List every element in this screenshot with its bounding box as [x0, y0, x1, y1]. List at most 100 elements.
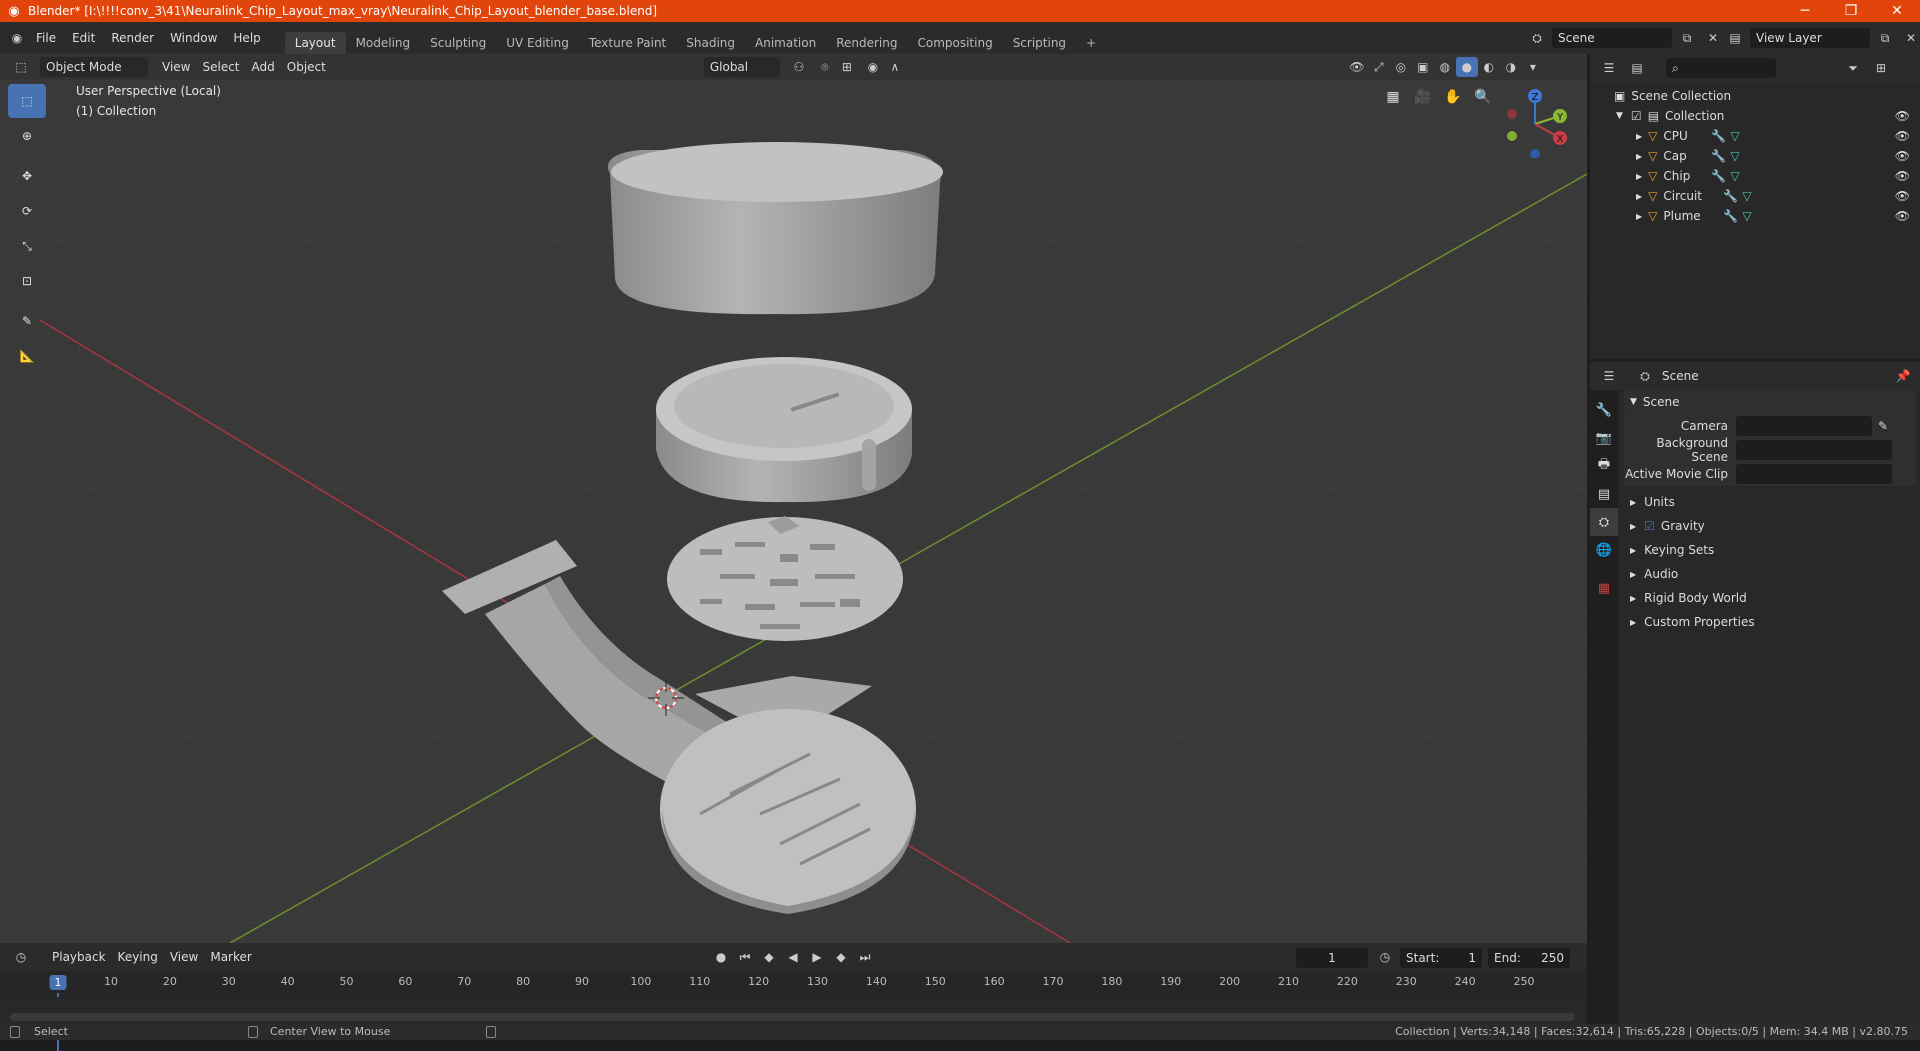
menu-select[interactable]: Select — [196, 57, 245, 77]
gizmo-icon[interactable]: ⤢ — [1368, 57, 1390, 77]
pin-icon[interactable]: 📌 — [1892, 366, 1914, 386]
filter-icon[interactable]: ⏷ — [1842, 58, 1864, 78]
cap-object[interactable] — [608, 142, 943, 315]
timeline-scrollbar[interactable] — [10, 1013, 1575, 1021]
tab-rendering[interactable]: Rendering — [826, 32, 907, 54]
menu-edit[interactable]: Edit — [64, 27, 103, 49]
menu-file[interactable]: File — [28, 27, 64, 49]
outliner-row-cpu[interactable]: ▶ ▽ CPU 🔧 ▽ 👁 — [1590, 126, 1920, 146]
end-frame-field[interactable]: End: 250 — [1488, 948, 1570, 968]
next-keyframe-icon[interactable]: ◆ — [830, 947, 852, 967]
audio-panel-header[interactable]: ▶ Audio — [1624, 562, 1916, 586]
mesh-data-icon[interactable]: ▽ — [1730, 129, 1739, 143]
scene-icon[interactable]: ⛭ — [1526, 28, 1548, 48]
visibility-eye-icon[interactable]: 👁 — [1895, 149, 1910, 163]
blender-menu-icon[interactable]: ◉ — [6, 28, 28, 48]
active-movie-clip-field[interactable] — [1736, 464, 1892, 484]
expand-arrow-icon[interactable]: ▼ — [1616, 111, 1623, 121]
toggle-perspective-icon[interactable]: ▦ — [1380, 84, 1406, 110]
tab-compositing[interactable]: Compositing — [907, 32, 1002, 54]
view-layer-tab-icon[interactable]: ▤ — [1590, 480, 1618, 508]
mesh-data-icon[interactable]: ▽ — [1730, 169, 1739, 183]
minimize-button[interactable]: ─ — [1782, 0, 1828, 22]
new-view-layer-icon[interactable]: ⧉ — [1874, 28, 1896, 48]
move-tool-icon[interactable]: ✥ — [8, 159, 46, 193]
outliner-row-scene-collection[interactable]: ▣ Scene Collection — [1590, 86, 1920, 106]
outliner-editor-type-icon[interactable]: ☰ — [1598, 58, 1620, 78]
modifier-wrench-icon[interactable]: 🔧 — [1723, 209, 1738, 223]
visibility-eye-icon[interactable]: 👁 — [1895, 209, 1910, 223]
play-icon[interactable]: ▶ — [806, 947, 828, 967]
expand-arrow-icon[interactable]: ▶ — [1636, 132, 1642, 141]
menu-help[interactable]: Help — [225, 27, 268, 49]
mesh-data-icon[interactable]: ▽ — [1730, 149, 1739, 163]
frame-ruler[interactable]: 1 10 20 30 40 50 60 70 80 90 100 110 120 130 140 150 160… — [0, 971, 1587, 1051]
visibility-eye-icon[interactable]: 👁 — [1895, 109, 1910, 123]
outliner-search-input[interactable]: ⌕ — [1666, 58, 1776, 78]
menu-render[interactable]: Render — [103, 27, 162, 49]
pan-view-icon[interactable]: ✋ — [1440, 84, 1466, 110]
wireframe-shading-icon[interactable]: ◍ — [1434, 57, 1456, 77]
rigid-body-world-panel-header[interactable]: ▶ Rigid Body World — [1624, 586, 1916, 610]
modifier-wrench-icon[interactable]: 🔧 — [1723, 189, 1738, 203]
checkbox-icon[interactable]: ☑ — [1631, 109, 1642, 123]
world-tab-icon[interactable]: 🌐 — [1590, 536, 1618, 564]
mesh-data-icon[interactable]: ▽ — [1742, 189, 1751, 203]
timeline-editor-type-icon[interactable]: ◷ — [10, 947, 32, 967]
gravity-checkbox[interactable]: ☑ — [1644, 519, 1655, 533]
menu-timeline-view[interactable]: View — [164, 947, 204, 967]
modifier-wrench-icon[interactable]: 🔧 — [1711, 129, 1726, 143]
display-mode-icon[interactable]: ▤ — [1626, 58, 1648, 78]
zoom-view-icon[interactable]: 🔍 — [1470, 84, 1496, 110]
preview-range-clock-icon[interactable]: ◷ — [1374, 947, 1396, 967]
eyedropper-icon[interactable]: ✎ — [1878, 419, 1888, 433]
cursor-tool-icon[interactable]: ⊕ — [8, 119, 46, 153]
scene-tab-icon[interactable]: ⛭ — [1590, 508, 1618, 536]
view-layer-icon[interactable]: ▤ — [1724, 28, 1746, 48]
gizmo-neg-x[interactable] — [1507, 109, 1517, 119]
current-frame-field[interactable]: 1 — [1296, 948, 1368, 968]
menu-add[interactable]: Add — [246, 57, 281, 77]
record-icon[interactable]: ● — [710, 947, 732, 967]
tab-texture-paint[interactable]: Texture Paint — [579, 32, 676, 54]
expand-arrow-icon[interactable]: ▶ — [1636, 172, 1642, 181]
outliner-row-collection[interactable]: ▼ ☑ ▤ Collection 👁 — [1590, 106, 1920, 126]
output-tab-icon[interactable]: 🖶 — [1590, 452, 1618, 480]
tab-modeling[interactable]: Modeling — [346, 32, 421, 54]
expand-arrow-icon[interactable]: ▶ — [1636, 212, 1642, 221]
keying-sets-panel-header[interactable]: ▶ Keying Sets — [1624, 538, 1916, 562]
mode-selector[interactable]: Object Mode — [40, 57, 148, 77]
tab-shading[interactable]: Shading — [676, 32, 745, 54]
menu-object[interactable]: Object — [281, 57, 332, 77]
proportional-falloff-icon[interactable]: ∧ — [884, 57, 906, 77]
visibility-eye-icon[interactable]: 👁 — [1895, 169, 1910, 183]
gizmo-neg-y[interactable] — [1507, 131, 1517, 141]
mesh-data-icon[interactable]: ▽ — [1742, 209, 1751, 223]
editor-type-icon[interactable]: ⬚ — [10, 57, 32, 77]
menu-marker[interactable]: Marker — [204, 947, 257, 967]
tab-scripting[interactable]: Scripting — [1003, 32, 1076, 54]
gravity-panel-header[interactable]: ▶ ☑ Gravity — [1624, 514, 1916, 538]
start-frame-field[interactable]: Start: 1 — [1400, 948, 1482, 968]
add-workspace-button[interactable]: + — [1076, 32, 1106, 54]
rendered-shading-icon[interactable]: ◑ — [1500, 57, 1522, 77]
tab-sculpting[interactable]: Sculpting — [420, 32, 496, 54]
modifier-wrench-icon[interactable]: 🔧 — [1711, 149, 1726, 163]
menu-playback[interactable]: Playback — [46, 947, 112, 967]
modifier-wrench-icon[interactable]: 🔧 — [1711, 169, 1726, 183]
maximize-button[interactable]: ❐ — [1828, 0, 1874, 22]
delete-view-layer-icon[interactable]: ✕ — [1900, 28, 1920, 48]
outliner-row-cap[interactable]: ▶ ▽ Cap 🔧 ▽ 👁 — [1590, 146, 1920, 166]
overlay-icon[interactable]: ◎ — [1390, 57, 1412, 77]
snap-icon[interactable]: ⌾ — [814, 57, 836, 77]
close-button[interactable]: ✕ — [1874, 0, 1920, 22]
expand-arrow-icon[interactable]: ▶ — [1636, 192, 1642, 201]
snap-target-icon[interactable]: ⊞ — [836, 57, 858, 77]
transform-orientation-selector[interactable]: Global — [703, 57, 780, 77]
material-shading-icon[interactable]: ◐ — [1478, 57, 1500, 77]
tab-animation[interactable]: Animation — [745, 32, 826, 54]
prev-keyframe-icon[interactable]: ◆ — [758, 947, 780, 967]
outliner-row-plume[interactable]: ▶ ▽ Plume 🔧 ▽ 👁 — [1590, 206, 1920, 226]
menu-keying[interactable]: Keying — [112, 947, 164, 967]
playhead-frame-label[interactable]: 1 — [49, 975, 67, 990]
